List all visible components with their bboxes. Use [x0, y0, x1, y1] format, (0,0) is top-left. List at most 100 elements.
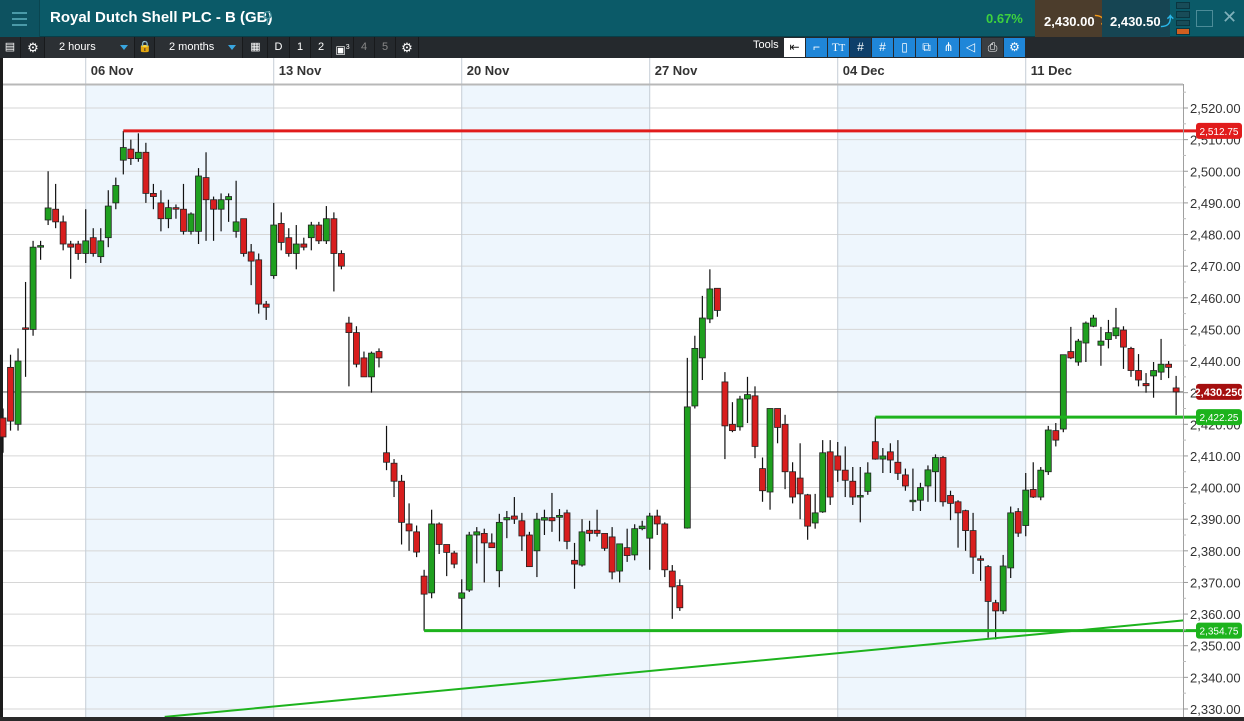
candle-body [819, 452, 827, 513]
candle-body [541, 517, 548, 521]
candle-down [337, 250, 345, 270]
candle-body [390, 462, 398, 482]
grid-icon[interactable]: # [850, 38, 871, 57]
candle-body [1067, 351, 1075, 359]
candle-body [871, 441, 879, 460]
preset-d-button[interactable]: D [268, 37, 290, 58]
candle-body [127, 148, 135, 160]
candle-body [180, 208, 187, 232]
restore-window-button[interactable] [1196, 10, 1213, 27]
candle-body [165, 207, 172, 220]
calendar-icon[interactable]: ▦ [244, 37, 268, 58]
candle-body [729, 423, 736, 432]
layers-icon[interactable]: ⧉ [916, 38, 937, 57]
candle-up [1037, 467, 1045, 501]
preset-2-button[interactable]: 2 [311, 37, 332, 58]
candle-body [225, 196, 233, 201]
candle-body [52, 208, 60, 223]
candle-body [759, 468, 766, 492]
x-tick-label: 20 Nov [467, 63, 510, 78]
candle-up [1074, 338, 1082, 366]
candle-down [240, 218, 248, 257]
y-tick-label: 2,520.00 [1190, 101, 1241, 116]
candle-icon[interactable]: ▯ [894, 38, 915, 57]
candle-body [292, 243, 300, 254]
label-tag-icon[interactable]: ◁ [960, 38, 981, 57]
search-icon[interactable]: ⚲ [262, 8, 273, 26]
settings-gear-icon[interactable]: ⚙ [22, 37, 45, 58]
candle-body [353, 332, 360, 365]
candle-body [856, 495, 864, 498]
buy-button[interactable]: 2,430.50⤴ [1102, 0, 1174, 37]
chevron-down-icon [228, 45, 236, 50]
candle-body [886, 451, 894, 461]
candle-body [526, 534, 533, 568]
candle-body [691, 347, 699, 407]
candle-body [255, 259, 263, 305]
preset-5-button[interactable]: 5 [375, 37, 396, 58]
sell-button[interactable]: 2,430.00⤵ [1035, 0, 1108, 37]
preset-1-button[interactable]: 1 [290, 37, 311, 58]
lock-icon[interactable]: 🔒 [136, 37, 155, 58]
hamburger-icon-line [12, 17, 27, 20]
text-tool-icon[interactable]: TT [828, 38, 849, 57]
candle-body [480, 533, 488, 544]
candle-body [571, 559, 578, 565]
candle-body [902, 474, 909, 487]
week-band [85, 85, 274, 717]
candle-up [1044, 425, 1052, 475]
bars-icon[interactable]: ⋔ [938, 38, 959, 57]
candle-body [112, 185, 120, 204]
candle-body [398, 480, 405, 523]
candle-up [736, 395, 744, 431]
candle-body [0, 417, 7, 438]
candle-body [187, 213, 195, 232]
y-tick-label: 2,330.00 [1190, 702, 1241, 717]
candle-body [721, 381, 729, 427]
candle-body [195, 175, 202, 232]
candle-body [766, 408, 774, 493]
candle-down [353, 326, 360, 368]
candle-body [1142, 383, 1150, 387]
candle-body [210, 199, 217, 210]
candle-body [232, 221, 240, 232]
range-dropdown[interactable]: 2 months [155, 37, 243, 58]
candle-body [82, 240, 90, 254]
candle-up [14, 348, 22, 431]
candle-body [683, 406, 691, 529]
grid-edit-icon[interactable]: # [872, 38, 893, 57]
y-tick-label: 2,400.00 [1190, 481, 1241, 496]
candle-body [503, 517, 511, 521]
y-tick-label: 2,440.00 [1190, 354, 1241, 369]
candle-body [804, 494, 812, 527]
candle-body [601, 533, 608, 549]
candle-body [1074, 340, 1082, 363]
candle-body [330, 218, 338, 254]
candle-body [149, 193, 157, 197]
candle-up [29, 240, 37, 336]
candle-body [969, 530, 977, 558]
preset-4-button[interactable]: 4 [354, 37, 375, 58]
candle-body [495, 521, 503, 572]
interval-dropdown[interactable]: 2 hours [45, 37, 135, 58]
candle-body [1052, 430, 1060, 441]
candle-body [631, 528, 639, 556]
candle-body [1044, 429, 1052, 473]
print-icon[interactable]: ⎙ [982, 38, 1003, 57]
preset-3-button[interactable]: ▣3 [332, 37, 354, 58]
back-arrow-icon[interactable]: ⇤ [784, 38, 805, 57]
candle-body [262, 303, 270, 308]
candle-body [1127, 347, 1135, 371]
candlestick-chart[interactable]: 06 Nov 13 Nov 20 Nov 27 Nov 04 Dec 11 Dec 2,5… [0, 58, 1244, 721]
menu-button[interactable] [0, 0, 40, 37]
candle-up [465, 531, 473, 592]
close-button[interactable]: ✕ [1222, 7, 1237, 28]
list-icon[interactable]: ▤ [0, 37, 21, 58]
settings-edit-icon[interactable]: ⚙ [1004, 38, 1025, 57]
candle-body [668, 570, 676, 588]
candle-down [1014, 508, 1022, 537]
candle-body [533, 518, 541, 552]
settings-gear-icon[interactable]: ⚙ [396, 37, 419, 58]
candle-body [894, 461, 902, 474]
curve-tool-icon[interactable]: ⌐ [806, 38, 827, 57]
